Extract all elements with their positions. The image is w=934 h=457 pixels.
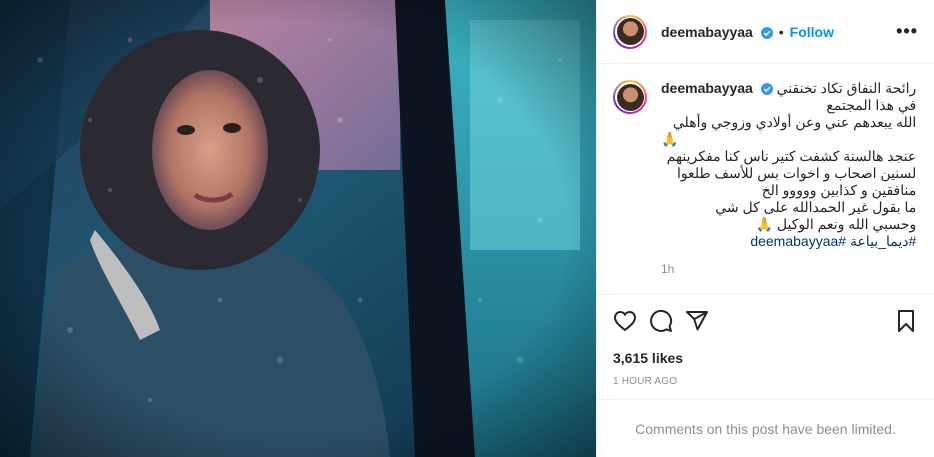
header-username-text[interactable]: deemabayyaa [661,24,753,40]
caption-avatar[interactable] [613,80,647,114]
caption-line: في هذا المجتمع [826,97,917,113]
heart-icon [613,310,637,331]
follow-button[interactable]: Follow [790,24,834,40]
verified-badge-icon [760,83,773,96]
post-header: deemabayyaa • Follow ••• [597,0,934,64]
caption-line: الله يبعدهم عني وعن أولادي وزوجي وأهلي [672,114,917,130]
instagram-post: deemabayyaa • Follow ••• deemabayyaa رائ… [0,0,934,457]
separator-dot: • [778,23,784,40]
posted-time[interactable]: 1 HOUR AGO [597,376,934,387]
caption-line: عنجد هالسنة كشفت كتير ناس كنا مفكرينهم [666,148,917,164]
comment-icon [650,309,673,332]
save-button[interactable] [888,303,924,339]
bookmark-icon [898,309,914,332]
more-options-icon[interactable]: ••• [896,21,918,42]
caption: deemabayyaa رائحة النفاق تكاد تخنقني في … [613,80,918,250]
caption-line: رائحة النفاق تكاد تخنقني [776,80,917,96]
caption-username[interactable]: deemabayyaa [661,80,753,96]
like-button[interactable] [607,303,643,339]
comment-button[interactable] [643,303,679,339]
action-bar [597,294,934,346]
header-username[interactable]: deemabayyaa [661,24,773,40]
post-sidebar: deemabayyaa • Follow ••• deemabayyaa رائ… [596,0,934,457]
comments-area: deemabayyaa رائحة النفاق تكاد تخنقني في … [597,64,934,294]
verified-badge-icon [760,26,773,39]
caption-time[interactable]: 1h [661,262,918,276]
post-image[interactable] [0,0,596,457]
share-button[interactable] [679,303,715,339]
caption-line: ما بقول غير الحمدالله على كل شي [715,199,917,215]
photo-woman-in-car-window [0,0,596,457]
caption-line: لسنين اصحاب و اخوات بس للأسف طلعوا [676,165,917,181]
caption-line: وحسبي الله ونعم الوكيل 🙏 [755,216,917,232]
caption-hashtags[interactable]: #ديما_بياعة #deemabayyaa [661,233,916,250]
caption-line: منافقين و كذابين ووووو الخ [761,182,917,198]
send-icon [686,310,708,330]
caption-first-line: deemabayyaa رائحة النفاق تكاد تخنقني [661,80,916,97]
likes-count[interactable]: 3,615 likes [597,348,934,368]
caption-line: 🙏 [661,131,679,147]
caption-text: deemabayyaa رائحة النفاق تكاد تخنقني في … [661,80,916,250]
avatar[interactable] [613,14,647,49]
comments-limited-notice: Comments on this post have been limited. [597,399,934,457]
